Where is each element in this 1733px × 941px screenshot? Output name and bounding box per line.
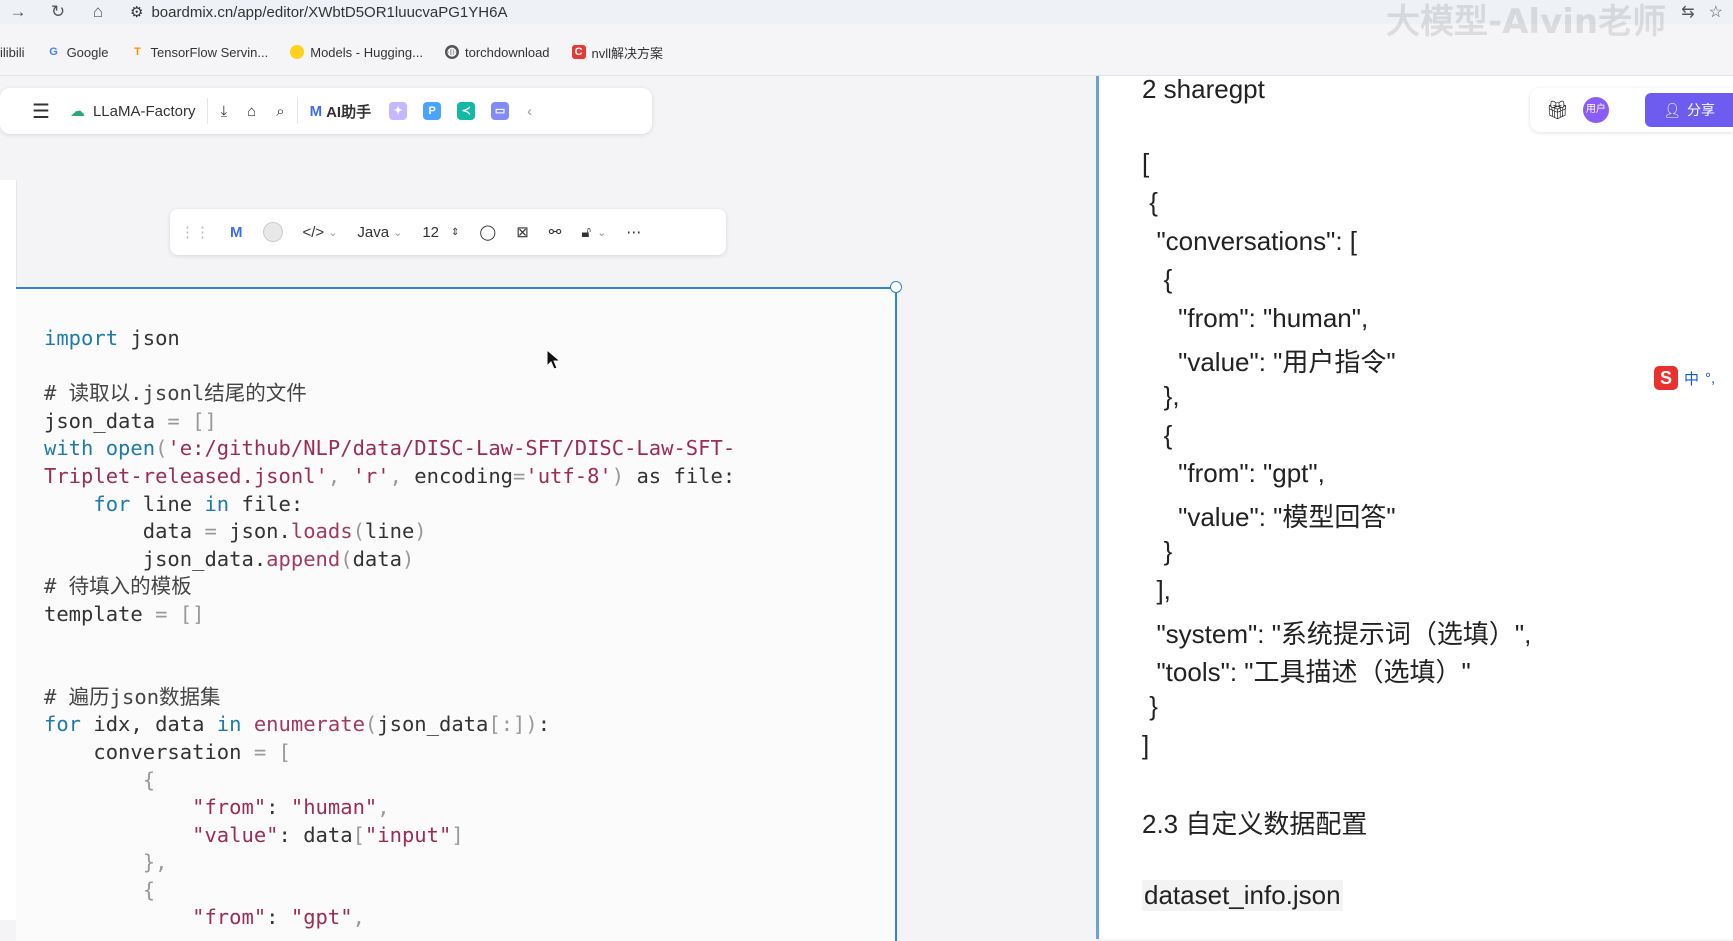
code-format-icon[interactable]: </> ⌄ bbox=[293, 209, 348, 255]
hide-icon[interactable]: ⊠ bbox=[506, 209, 539, 255]
color-picker-icon[interactable] bbox=[253, 209, 293, 255]
json-line: ] bbox=[1142, 730, 1150, 760]
tensorflow-icon: T bbox=[134, 46, 141, 58]
json-line: } bbox=[1142, 536, 1173, 566]
bookmark-bilibili[interactable]: ilibili bbox=[0, 45, 25, 60]
ai-assistant-button[interactable]: M AI助手 bbox=[300, 88, 382, 134]
json-line: "value": "模型回答" bbox=[1142, 502, 1396, 533]
avatar[interactable]: 用户 bbox=[1582, 97, 1609, 123]
more-icon[interactable]: ⋯ bbox=[616, 209, 651, 255]
download-icon[interactable]: ⤓ bbox=[210, 88, 237, 134]
panel-divider[interactable] bbox=[1096, 76, 1099, 939]
gift-icon[interactable]: 🎁︎ bbox=[1546, 100, 1569, 121]
toolbar-divider bbox=[296, 98, 298, 124]
json-line: [ bbox=[1142, 148, 1150, 178]
heading-sharegpt: 2 sharegpt bbox=[1142, 74, 1265, 104]
ai-logo-icon: M bbox=[309, 102, 323, 120]
google-icon: G bbox=[49, 46, 58, 58]
image-ai-icon[interactable]: ✦ bbox=[389, 102, 408, 120]
left-tool-strip bbox=[0, 180, 17, 920]
search-icon[interactable]: ⌕ bbox=[266, 88, 294, 134]
cloud-icon: ☁ bbox=[69, 103, 85, 120]
bookmark-nvll[interactable]: Cnvll解决方案 bbox=[571, 43, 663, 62]
mouse-cursor-icon bbox=[546, 349, 562, 370]
url-text: boardmix.cn/app/editor/XWbtD5OR1luucvaPG… bbox=[151, 3, 508, 21]
collapse-chevron-icon[interactable]: ‹ bbox=[517, 88, 542, 134]
watermark: 大模型-Alvin老师 bbox=[1386, 2, 1667, 42]
bookmark-torchdownload[interactable]: ◍ torchdownload bbox=[444, 45, 550, 60]
c-icon: C bbox=[571, 45, 586, 59]
file-title-button[interactable]: ☁ LLaMA-Factory bbox=[60, 88, 206, 134]
tag-icon[interactable]: ⌂ bbox=[237, 88, 266, 134]
ai-logo-icon[interactable]: M bbox=[220, 209, 253, 255]
menu-icon[interactable]: ☰ bbox=[0, 88, 60, 134]
json-line: "tools": "工具描述（选填）" bbox=[1142, 657, 1471, 688]
site-settings-icon[interactable]: ⚙ bbox=[130, 3, 143, 21]
font-size-stepper[interactable]: 12 ⇕ bbox=[412, 209, 469, 255]
code-block-toolbar: ⋮⋮ M </> ⌄ Java ⌄ 12 ⇕ ◯ ⊠ ⚯ 🔓︎ ⌄ ⋯ bbox=[170, 209, 726, 255]
user-icon: 👤︎ bbox=[1663, 101, 1681, 118]
link-icon[interactable]: ⚯ bbox=[539, 209, 572, 255]
comment-icon[interactable]: ◯ bbox=[469, 209, 506, 255]
json-line: { bbox=[1142, 264, 1173, 295]
bookmark-tensorflow[interactable]: T TensorFlow Servin... bbox=[130, 45, 268, 60]
json-line: } bbox=[1142, 691, 1158, 722]
code-content[interactable]: import json # 读取以.jsonl结尾的文件 json_data =… bbox=[44, 325, 735, 932]
language-select[interactable]: Java ⌄ bbox=[347, 209, 412, 255]
drag-handle-icon[interactable]: ⋮⋮ bbox=[170, 209, 220, 255]
editor-toolbar: ☰ ☁ LLaMA-Factory ⤓ ⌂ ⌕ M AI助手 ✦ P ≺ ▭ ‹ bbox=[0, 88, 652, 134]
heading-custom-config: 2.3 自定义数据配置 bbox=[1142, 809, 1368, 839]
json-line: { bbox=[1142, 419, 1173, 450]
json-line: }, bbox=[1142, 380, 1180, 411]
address-bar[interactable]: ⚙ boardmix.cn/app/editor/XWbtD5OR1luucva… bbox=[130, 0, 507, 24]
json-line: "from": "gpt", bbox=[1142, 458, 1325, 489]
bookmark-star-icon[interactable]: ☆ bbox=[1709, 2, 1723, 22]
bookmark-google[interactable]: G Google bbox=[47, 45, 108, 60]
translate-icon[interactable]: ⇆ bbox=[1681, 2, 1694, 22]
json-line: "value": "用户指令" bbox=[1142, 347, 1396, 377]
right-toolbar: 🎁︎ 用户 👤︎ 分享 bbox=[1530, 88, 1733, 132]
mindmap-app-icon[interactable]: ≺ bbox=[457, 102, 476, 120]
json-line: "system": "系统提示词（选填）", bbox=[1142, 618, 1532, 649]
browser-nav: → ↻ ⌂ bbox=[6, 0, 110, 24]
bookmarks-bar: ilibili G Google T TensorFlow Servin... Mo… bbox=[0, 38, 1733, 66]
reload-icon[interactable]: ↻ bbox=[46, 2, 70, 22]
filename-dataset-info: dataset_info.json bbox=[1142, 880, 1343, 911]
bookmark-huggingface[interactable]: Models - Hugging... bbox=[290, 45, 423, 60]
json-line: "conversations": [ bbox=[1142, 225, 1357, 256]
resize-handle[interactable] bbox=[890, 281, 902, 293]
chat-app-icon[interactable]: ▭ bbox=[491, 102, 510, 120]
sogou-ime-icon: S bbox=[1654, 366, 1678, 390]
json-line: ], bbox=[1142, 574, 1171, 605]
punctuation-icon: °, bbox=[1705, 369, 1716, 387]
huggingface-icon bbox=[290, 45, 305, 59]
toolbar-divider bbox=[207, 98, 209, 124]
unlock-icon[interactable]: 🔓︎ ⌄ bbox=[571, 209, 616, 255]
home-icon[interactable]: ⌂ bbox=[86, 2, 110, 22]
globe-icon: ◍ bbox=[444, 45, 459, 59]
browser-actions: ⇆ ☆ bbox=[1681, 0, 1723, 24]
json-line: "from": "human", bbox=[1142, 303, 1369, 334]
json-line: { bbox=[1142, 186, 1158, 217]
forward-icon[interactable]: → bbox=[6, 2, 30, 22]
share-button[interactable]: 👤︎ 分享 bbox=[1645, 93, 1733, 127]
p-app-icon[interactable]: P bbox=[423, 102, 442, 120]
ime-indicator[interactable]: S 中 °, bbox=[1648, 364, 1722, 392]
